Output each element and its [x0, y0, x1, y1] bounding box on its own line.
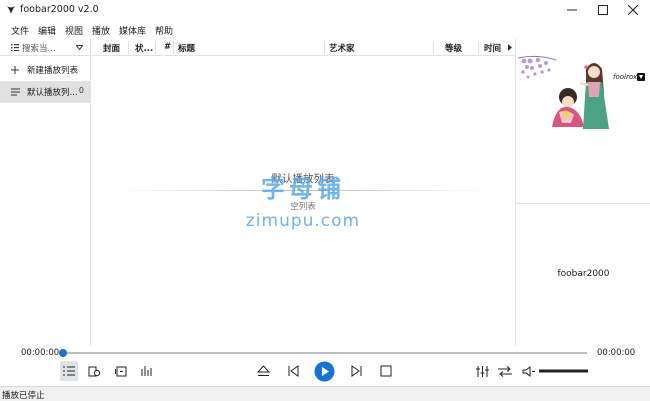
playlist-view-icon: [63, 366, 75, 376]
list-icon: [11, 44, 19, 51]
status-bar: 播放已停止: [0, 386, 650, 401]
plus-icon: [11, 66, 19, 74]
now-playing-text: foobar2000: [557, 269, 610, 279]
visualization-button[interactable]: [138, 361, 156, 381]
playlist-icon: [11, 88, 20, 96]
artwork-view-icon: [115, 366, 127, 376]
menu-library[interactable]: 媒体库: [119, 24, 146, 37]
column-divider[interactable]: [173, 41, 174, 54]
window-title: foobar2000 v2.0: [20, 4, 99, 15]
scroll-right-icon[interactable]: [508, 44, 512, 51]
total-time: 00:00:00: [597, 348, 636, 358]
album-view-button[interactable]: [85, 361, 103, 381]
eject-icon: [256, 365, 270, 376]
sidebar-item-count: 0: [78, 86, 84, 95]
art-signature: foolrox: [613, 73, 638, 81]
mute-button[interactable]: [520, 361, 536, 381]
next-icon: [351, 365, 361, 377]
menu-playback[interactable]: 播放: [92, 24, 110, 37]
maximize-icon: [598, 5, 608, 15]
column-artist[interactable]: 艺术家: [329, 42, 355, 54]
column-divider[interactable]: [324, 41, 325, 54]
minimize-icon: [567, 9, 577, 11]
volume-icon: [522, 365, 535, 377]
close-icon: [628, 5, 638, 15]
playlist-search[interactable]: 搜索当...: [0, 39, 91, 56]
right-panel: foolrox foobar2000: [515, 39, 650, 346]
column-status[interactable]: 状...: [135, 42, 153, 54]
sidebar-item-label: 默认播放列...: [27, 88, 78, 98]
column-title[interactable]: 标题: [178, 42, 195, 54]
album-view-icon: [88, 366, 100, 376]
next-button[interactable]: [346, 361, 366, 381]
volume-slider[interactable]: [538, 361, 588, 381]
eject-button[interactable]: [253, 361, 273, 381]
playlist-view[interactable]: 默认播放列表 空列表 字母铺 zimupu.com: [92, 57, 514, 346]
equalizer-icon: [475, 365, 489, 377]
column-number[interactable]: #: [164, 42, 171, 52]
stop-button[interactable]: [376, 361, 396, 381]
visualization-icon: [141, 366, 152, 376]
signature-stamp-icon: [637, 73, 645, 81]
column-cover[interactable]: 封面: [103, 42, 120, 54]
column-divider[interactable]: [155, 41, 156, 54]
previous-button[interactable]: [283, 361, 303, 381]
repeat-icon: [498, 365, 512, 377]
column-divider[interactable]: [433, 41, 434, 54]
minimize-button[interactable]: [557, 0, 587, 20]
album-art: foolrox: [516, 39, 650, 204]
menu-edit[interactable]: 编辑: [38, 24, 56, 37]
playlist-sidebar: 搜索当... 新建播放列表 默认播放列... 0: [0, 39, 91, 346]
menu-bar: 文件 编辑 视图 播放 媒体库 帮助: [0, 20, 650, 38]
seek-bar[interactable]: [63, 352, 587, 354]
column-time[interactable]: 时间: [484, 42, 501, 54]
column-divider[interactable]: [128, 41, 129, 54]
status-text: 播放已停止: [2, 391, 45, 401]
playback-order-button[interactable]: [496, 361, 514, 381]
title-bar: foobar2000 v2.0: [0, 0, 650, 20]
play-button[interactable]: [313, 361, 335, 381]
play-icon: [314, 361, 334, 381]
stop-icon: [380, 365, 392, 377]
sidebar-item-label: 新建播放列表: [27, 66, 79, 76]
app-icon: [7, 6, 15, 14]
playlist-header: 封面 状... # 标题 艺术家 等级 时间: [92, 39, 514, 56]
artwork-view-button[interactable]: [112, 361, 130, 381]
elapsed-time: 00:00:00: [21, 348, 60, 358]
toolbar: [0, 361, 650, 383]
menu-file[interactable]: 文件: [11, 24, 29, 37]
previous-icon: [288, 365, 298, 377]
playlist-view-button[interactable]: [60, 361, 78, 381]
seek-knob[interactable]: [59, 349, 67, 357]
watermark-text: 字母铺: [261, 175, 345, 203]
sidebar-item-default-playlist[interactable]: 默认播放列... 0: [0, 81, 91, 103]
search-text: 搜索当...: [22, 44, 56, 54]
menu-view[interactable]: 视图: [65, 24, 83, 37]
column-rating[interactable]: 等级: [445, 42, 462, 54]
artwork-illustration: [517, 55, 609, 129]
maximize-button[interactable]: [588, 0, 618, 20]
equalizer-button[interactable]: [473, 361, 491, 381]
dropdown-arrow-icon[interactable]: [76, 45, 83, 50]
close-button[interactable]: [618, 0, 648, 20]
menu-help[interactable]: 帮助: [155, 24, 173, 37]
watermark-url: zimupu.com: [245, 211, 361, 231]
column-divider[interactable]: [478, 41, 479, 54]
sidebar-item-new-playlist[interactable]: 新建播放列表: [0, 59, 91, 81]
seek-row: 00:00:00 00:00:00: [0, 346, 650, 360]
volume-level: [538, 369, 588, 373]
